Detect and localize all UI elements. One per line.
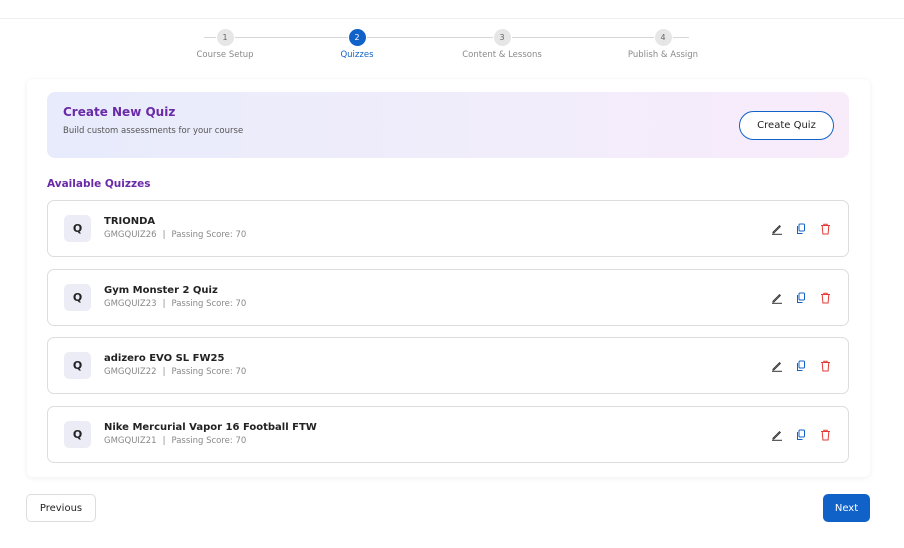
meta-separator: |: [162, 299, 166, 309]
copy-icon[interactable]: [794, 359, 808, 373]
meta-separator: |: [162, 230, 166, 240]
quiz-actions: [770, 290, 832, 306]
banner-title: Create New Quiz: [63, 105, 176, 119]
quiz-meta: GMGQUIZ23 | Passing Score: 70: [104, 299, 246, 309]
quiz-row[interactable]: Q adizero EVO SL FW25 GMGQUIZ22 | Passing …: [47, 337, 849, 394]
copy-icon[interactable]: [794, 428, 808, 442]
quiz-code: GMGQUIZ26: [104, 230, 157, 240]
quiz-actions: [770, 427, 832, 443]
trash-icon[interactable]: [818, 359, 832, 373]
quiz-badge: Q: [64, 215, 91, 242]
trash-icon[interactable]: [818, 428, 832, 442]
available-quizzes-heading: Available Quizzes: [47, 178, 151, 190]
quiz-passing-score: Passing Score: 70: [171, 436, 247, 446]
meta-separator: |: [162, 367, 166, 377]
quiz-passing-score: Passing Score: 70: [171, 367, 247, 377]
quiz-code: GMGQUIZ21: [104, 436, 157, 446]
step-quizzes[interactable]: 2 Quizzes: [297, 29, 417, 60]
pencil-icon[interactable]: [770, 291, 784, 305]
quiz-badge: Q: [64, 352, 91, 379]
step-number: 2: [348, 29, 366, 46]
step-number: 1: [216, 29, 234, 46]
pencil-icon[interactable]: [770, 359, 784, 373]
quiz-meta: GMGQUIZ22 | Passing Score: 70: [104, 367, 246, 377]
step-content-lessons[interactable]: 3 Content & Lessons: [442, 29, 562, 60]
quiz-actions: [770, 358, 832, 374]
trash-icon[interactable]: [818, 291, 832, 305]
quizzes-card: Create New Quiz Build custom assessments…: [27, 79, 870, 477]
next-button[interactable]: Next: [823, 494, 870, 522]
create-quiz-button[interactable]: Create Quiz: [739, 111, 834, 140]
copy-icon[interactable]: [794, 291, 808, 305]
quiz-code: GMGQUIZ22: [104, 367, 157, 377]
step-number: 4: [654, 29, 672, 46]
quiz-row[interactable]: Q Nike Mercurial Vapor 16 Football FTW G…: [47, 406, 849, 463]
quiz-name: adizero EVO SL FW25: [104, 353, 225, 364]
step-course-setup[interactable]: 1 Course Setup: [165, 29, 285, 60]
banner-subtitle: Build custom assessments for your course: [63, 126, 244, 136]
quiz-row[interactable]: Q TRIONDA GMGQUIZ26 | Passing Score: 70: [47, 200, 849, 257]
trash-icon[interactable]: [818, 222, 832, 236]
quiz-meta: GMGQUIZ21 | Passing Score: 70: [104, 436, 246, 446]
pencil-icon[interactable]: [770, 222, 784, 236]
meta-separator: |: [162, 436, 166, 446]
step-label: Quizzes: [340, 50, 374, 60]
quiz-name: Gym Monster 2 Quiz: [104, 285, 218, 296]
pencil-icon[interactable]: [770, 428, 784, 442]
create-quiz-banner: Create New Quiz Build custom assessments…: [47, 92, 849, 158]
quiz-passing-score: Passing Score: 70: [171, 299, 247, 309]
quiz-badge: Q: [64, 421, 91, 448]
quiz-row[interactable]: Q Gym Monster 2 Quiz GMGQUIZ23 | Passing S…: [47, 269, 849, 326]
quiz-passing-score: Passing Score: 70: [171, 230, 247, 240]
quiz-badge: Q: [64, 284, 91, 311]
step-label: Course Setup: [196, 50, 254, 60]
step-label: Content & Lessons: [462, 50, 542, 60]
quiz-name: Nike Mercurial Vapor 16 Football FTW: [104, 422, 317, 433]
step-number: 3: [493, 29, 511, 46]
previous-button[interactable]: Previous: [26, 494, 96, 522]
header-divider: [0, 18, 904, 19]
quiz-actions: [770, 221, 832, 237]
quiz-name: TRIONDA: [104, 216, 156, 227]
step-publish-assign[interactable]: 4 Publish & Assign: [603, 29, 723, 60]
quiz-meta: GMGQUIZ26 | Passing Score: 70: [104, 230, 246, 240]
copy-icon[interactable]: [794, 222, 808, 236]
quiz-code: GMGQUIZ23: [104, 299, 157, 309]
progress-stepper: 1 Course Setup 2 Quizzes 3 Content & Les…: [0, 29, 904, 69]
step-label: Publish & Assign: [627, 50, 699, 60]
